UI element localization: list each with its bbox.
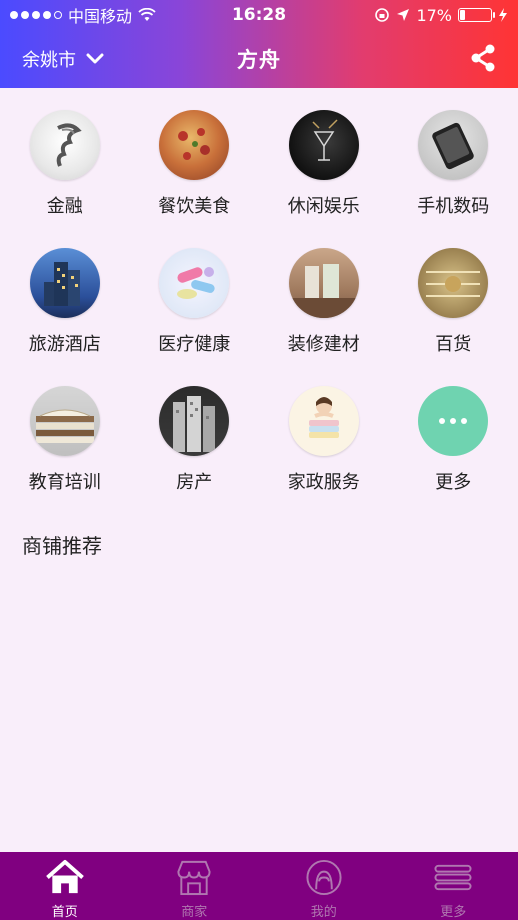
home-icon [45,859,84,894]
finance-icon [29,110,100,180]
category-label: 金融 [46,196,83,217]
digital-icon [418,110,489,180]
tab-label: 首页 [51,905,78,920]
tab-bar: 首页 商家 我的 更多 [0,852,518,920]
location-icon [397,9,410,21]
category-decoration[interactable]: 装修建材 [259,248,389,362]
category-digital[interactable]: 手机数码 [389,110,518,224]
shop-icon [177,860,211,896]
real-estate-icon [159,386,230,456]
decoration-icon [288,248,359,318]
battery-icon [458,8,495,22]
page-title: 方舟 [237,48,281,72]
medical-icon [159,248,230,318]
signal-icon [10,11,62,19]
rotation-lock-icon [375,8,390,22]
battery-percent: 17% [416,5,452,25]
status-time: 16:28 [231,5,287,25]
category-label: 教育培训 [28,472,101,493]
category-hotel[interactable]: 旅游酒店 [0,248,130,362]
category-label: 旅游酒店 [28,334,101,355]
tab-label: 我的 [310,905,337,920]
category-medical[interactable]: 医疗健康 [130,248,260,362]
category-label: 房产 [176,472,213,493]
carrier-label: 中国移动 [68,7,133,26]
tab-more[interactable]: 更多 [389,852,518,920]
category-leisure[interactable]: 休闲娱乐 [259,110,389,224]
tab-home[interactable]: 首页 [0,852,130,920]
tab-shop[interactable]: 商家 [130,852,260,920]
charging-icon [499,8,507,22]
category-label: 家政服务 [287,472,360,493]
city-selector[interactable]: 余姚市 [22,46,104,72]
category-education[interactable]: 教育培训 [0,386,130,500]
profile-icon [306,859,342,896]
header: 中国移动 16:28 17% 余姚市 方舟 [0,0,518,88]
category-housekeeping[interactable]: 家政服务 [259,386,389,500]
more-icon [418,386,489,456]
city-label: 余姚市 [22,50,76,71]
category-food[interactable]: 餐饮美食 [130,110,260,224]
category-department-store[interactable]: 百货 [389,248,518,362]
section-title: 商铺推荐 [22,534,102,558]
housekeeping-icon [288,386,359,456]
tab-label: 更多 [440,905,467,920]
hotel-icon [29,248,100,318]
wifi-icon [138,8,156,21]
category-real-estate[interactable]: 房产 [130,386,260,500]
tab-label: 商家 [181,905,208,920]
category-label: 百货 [435,334,472,355]
category-label: 餐饮美食 [158,196,231,217]
category-more[interactable]: 更多 [389,386,518,500]
chevron-down-icon [86,53,104,64]
navigation-bar: 余姚市 方舟 [0,30,518,88]
category-finance[interactable]: 金融 [0,110,130,224]
category-label: 医疗健康 [158,334,231,355]
category-label: 手机数码 [417,196,490,217]
category-label: 休闲娱乐 [287,196,360,217]
share-icon[interactable] [470,44,496,72]
category-label: 更多 [435,472,472,493]
category-grid: 金融 餐饮美食 休闲娱乐 手机数码 旅游酒店 医疗健康 装修建材 百货 教育培训… [0,110,518,500]
department-store-icon [418,248,489,318]
menu-icon [434,864,472,891]
food-icon [159,110,230,180]
leisure-icon [288,110,359,180]
category-label: 装修建材 [287,334,360,355]
status-bar: 中国移动 16:28 17% [0,0,518,30]
tab-profile[interactable]: 我的 [259,852,389,920]
education-icon [29,386,100,456]
